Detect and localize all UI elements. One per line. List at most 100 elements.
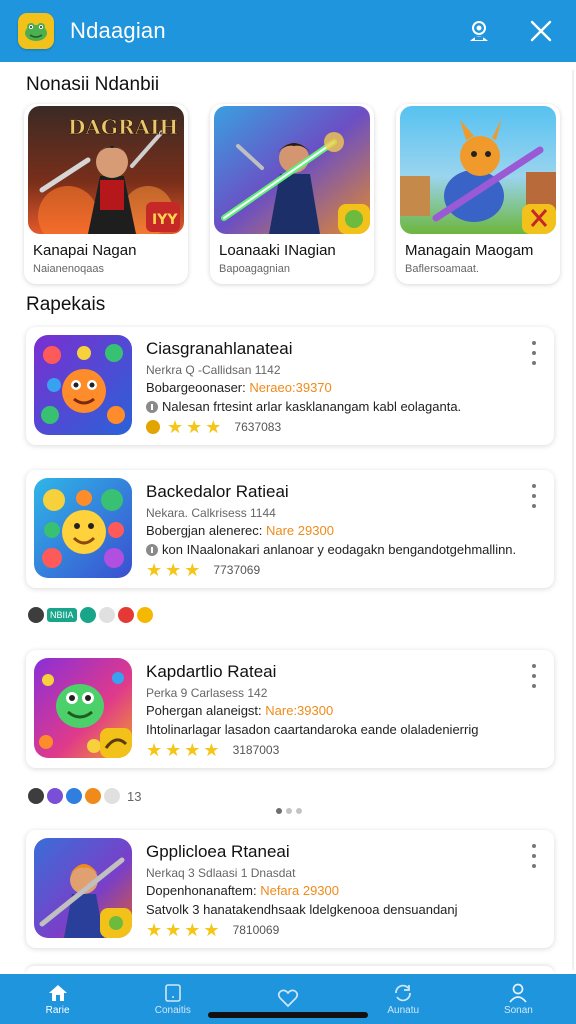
tag-icon[interactable] — [66, 788, 82, 804]
app-meta: Nekara. Calkrisess 1144 — [146, 506, 276, 520]
tag-chip-row: 13 — [28, 788, 141, 804]
price-value: Nefara 29300 — [260, 883, 339, 898]
star-icon: ★ — [203, 740, 220, 760]
rating-count: 3187003 — [232, 743, 280, 757]
sync-icon — [395, 984, 412, 1001]
more-options-icon[interactable] — [526, 484, 542, 508]
star-icon: ★ — [184, 560, 201, 580]
app-meta: Perka 9 Carlasess 142 — [146, 686, 268, 700]
price-label: Pohergan alaneigst: — [146, 703, 266, 718]
tag-chip-row: NBIIA — [28, 607, 153, 623]
price-label: Bobargeoonaser: — [146, 380, 250, 395]
page-dot[interactable] — [286, 808, 292, 814]
featured-card-subtitle: Naianenoqaas — [33, 263, 104, 275]
featured-card-title: Kanapai Nagan — [33, 242, 137, 259]
description-text: Satvolk 3 hanatakendhsaak ldelgkenooa de… — [146, 902, 458, 917]
more-options-icon[interactable] — [526, 341, 542, 365]
app-name: Kapdartlio Rateai — [146, 662, 277, 681]
tag-icon[interactable] — [104, 788, 120, 804]
star-icon: ★ — [165, 920, 182, 940]
nav-label: Conaitis — [154, 1004, 191, 1016]
app-name: Backedalor Ratieai — [146, 482, 289, 501]
list-item[interactable]: Kapdartlio Rateai Perka 9 Carlasess 142 … — [26, 650, 554, 768]
app-price-line: Bobargeoonaser: Neraeo:39370 — [146, 380, 332, 395]
tag-label[interactable]: NBIIA — [47, 608, 77, 622]
star-icon: ★ — [205, 417, 222, 437]
price-label: Dopenhonanaftem: — [146, 883, 261, 898]
app-description: Satvolk 3 hanatakendhsaak ldelgkenooa de… — [146, 902, 458, 917]
rating-row: ★ ★ ★ ★ 3187003 — [146, 740, 280, 760]
home-icon — [48, 984, 67, 1001]
tag-count: 13 — [127, 788, 142, 804]
nav-item-home[interactable]: Rarie — [0, 974, 115, 1024]
app-icon — [34, 838, 132, 938]
contact-support-icon[interactable] — [462, 14, 496, 48]
featured-card[interactable]: Loanaaki INagian Bapoagagnian — [210, 104, 374, 284]
app-name: Gpplicloea Rtaneai — [146, 842, 290, 861]
app-description: Ihtolinarlagar lasadon caartandaroka ean… — [146, 722, 478, 737]
description-text: Nalesan frtesint arlar kasklanangam kabl… — [162, 399, 462, 414]
nav-label: Rarie — [45, 1004, 70, 1016]
star-icon: ★ — [165, 740, 182, 760]
top-app-bar: Ndaagian — [0, 0, 576, 62]
app-title: Ndaagian — [70, 18, 166, 43]
more-options-icon[interactable] — [526, 844, 542, 868]
rating-row: ★ ★ ★ ★ 7810069 — [146, 920, 280, 940]
description-text: kon INaalonakari anlanoar y eodagakn ben… — [162, 542, 517, 557]
star-icon: ★ — [186, 417, 203, 437]
tag-icon[interactable] — [28, 607, 44, 623]
page-indicator[interactable] — [276, 808, 302, 814]
tag-icon[interactable] — [47, 788, 63, 804]
nav-label: Aunatu — [387, 1004, 420, 1016]
info-icon — [146, 400, 158, 413]
star-icon: ★ — [184, 740, 201, 760]
tag-icon[interactable] — [117, 607, 134, 623]
app-icon — [34, 658, 132, 758]
price-label: Bobergjan alenerec: — [146, 523, 266, 538]
tag-icon[interactable] — [98, 607, 115, 623]
app-meta: Nerkaq 3 Sdlaasi 1 Dnasdat — [146, 866, 296, 880]
app-name: Ciasgranahlanateai — [146, 339, 293, 358]
page-dot[interactable] — [296, 808, 302, 814]
smiley-icon[interactable] — [136, 607, 153, 623]
featured-section-title: Nonasii Ndanbii — [26, 74, 160, 95]
close-icon[interactable] — [524, 14, 558, 48]
star-icon: ★ — [167, 417, 184, 437]
app-price-line: Dopenhonanaftem: Nefara 29300 — [146, 883, 339, 898]
description-text: Ihtolinarlagar lasadon caartandaroka ean… — [146, 722, 479, 737]
list-item-peek — [26, 966, 554, 974]
star-icon: ★ — [146, 560, 163, 580]
app-price-line: Bobergjan alenerec: Nare 29300 — [146, 523, 334, 538]
featured-card[interactable]: Managain Maogam Baflersoamaat. — [396, 104, 560, 284]
nav-label: Sonan — [503, 1004, 533, 1016]
info-icon — [146, 543, 158, 556]
featured-card-subtitle: Bapoagagnian — [219, 263, 290, 275]
page-dot[interactable] — [276, 808, 282, 814]
system-home-indicator[interactable] — [208, 1012, 368, 1018]
tag-icon[interactable] — [79, 607, 96, 623]
star-icon: ★ — [146, 740, 163, 760]
featured-card-image: DAGRAIH IYY — [28, 106, 184, 234]
featured-card[interactable]: DAGRAIH IYY Kanapai Nagan Naianenoqaas — [24, 104, 188, 284]
star-icon: ★ — [165, 560, 182, 580]
scrollbar[interactable] — [572, 70, 574, 970]
featured-card-subtitle: Baflersoamaat. — [405, 263, 479, 275]
app-price-line: Pohergan alaneigst: Nare:39300 — [146, 703, 333, 718]
featured-badge-text: IYY — [152, 212, 178, 228]
price-value: Nare 29300 — [265, 523, 334, 538]
featured-art-text: DAGRAIH — [68, 115, 178, 139]
list-item[interactable]: Gpplicloea Rtaneai Nerkaq 3 Sdlaasi 1 Dn… — [26, 830, 554, 948]
more-options-icon[interactable] — [526, 664, 542, 688]
nav-item-sonan[interactable]: Sonan — [461, 974, 576, 1024]
tag-icon[interactable] — [85, 788, 101, 804]
star-icon: ★ — [184, 920, 201, 940]
rating-count: 7810069 — [232, 923, 280, 937]
list-item[interactable]: Backedalor Ratieai Nekara. Calkrisess 11… — [26, 470, 554, 588]
person-icon — [509, 983, 528, 1003]
heart-icon — [277, 989, 299, 1008]
price-value: Nare:39300 — [265, 703, 334, 718]
list-item[interactable]: Ciasgranahlanateai Nerkra Q -Callidsan 1… — [26, 327, 554, 445]
featured-card-title: Managain Maogam — [405, 242, 534, 259]
tag-icon[interactable] — [28, 788, 44, 804]
app-icon — [34, 335, 132, 435]
